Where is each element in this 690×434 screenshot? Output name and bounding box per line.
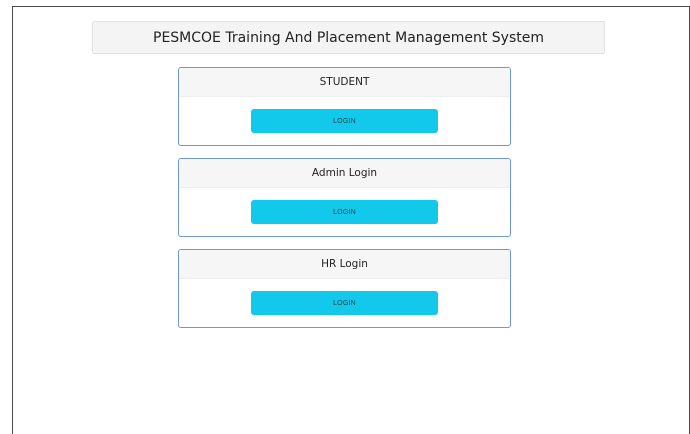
page-header: PESMCOE Training And Placement Managemen… (92, 21, 605, 54)
page-title: PESMCOE Training And Placement Managemen… (153, 29, 544, 46)
student-login-button[interactable]: LOGIN (251, 109, 438, 133)
admin-login-card: Admin Login LOGIN (178, 158, 511, 237)
admin-login-button[interactable]: LOGIN (251, 200, 438, 224)
admin-card-title: Admin Login (179, 159, 510, 188)
hr-login-button[interactable]: LOGIN (251, 291, 438, 315)
student-login-card: STUDENT LOGIN (178, 67, 511, 146)
student-card-title: STUDENT (179, 68, 510, 97)
hr-login-card: HR Login LOGIN (178, 249, 511, 328)
hr-card-title: HR Login (179, 250, 510, 279)
